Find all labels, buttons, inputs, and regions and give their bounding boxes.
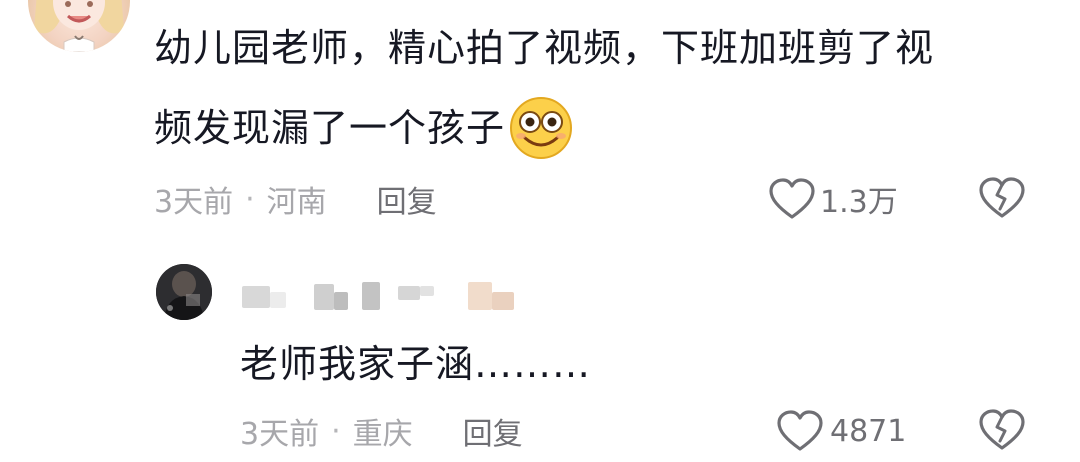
comment-dislike-button[interactable] xyxy=(978,176,1026,224)
comment-text-line2-row: 频发现漏了一个孩子 xyxy=(154,88,1054,168)
smile-emoji-icon xyxy=(510,97,573,159)
reply-like-button[interactable]: 4871 xyxy=(776,408,906,454)
replier-username-pixelated[interactable] xyxy=(240,278,530,314)
replier-avatar-photo xyxy=(156,264,212,320)
comment-like-count: 1.3万 xyxy=(820,185,898,220)
meta-separator: · xyxy=(245,181,255,217)
heart-icon xyxy=(777,410,823,451)
reply-like-count: 4871 xyxy=(830,413,907,449)
reply-location: 重庆 xyxy=(352,417,413,452)
reply-reply-button[interactable]: 回复 xyxy=(463,409,523,453)
reply-meta: 3天前 · 重庆 回复 xyxy=(240,408,523,454)
comment-text-line2: 频发现漏了一个孩子 xyxy=(154,106,506,150)
comment-time: 3天前 xyxy=(154,185,234,220)
comment-body: 幼儿园老师，精心拍了视频，下班加班剪了视 频发现漏了一个孩子 xyxy=(154,8,1054,168)
reply-dislike-button[interactable] xyxy=(978,408,1026,456)
broken-heart-icon xyxy=(979,409,1025,450)
commenter-avatar[interactable] xyxy=(28,0,130,52)
reply-text: 老师我家子涵……… xyxy=(240,342,592,386)
reply-time: 3天前 xyxy=(240,417,320,452)
heart-icon xyxy=(769,178,815,219)
comment-meta: 3天前 · 河南 回复 xyxy=(154,176,437,222)
comment-reply-button[interactable]: 回复 xyxy=(377,177,437,221)
comment-text-line1: 幼儿园老师，精心拍了视频，下班加班剪了视 xyxy=(154,26,935,70)
reply-meta-separator: · xyxy=(331,413,341,449)
avatar-illustration xyxy=(34,0,124,52)
replier-avatar[interactable] xyxy=(156,264,212,320)
comment-like-button[interactable]: 1.3万 xyxy=(768,176,898,222)
comment-location: 河南 xyxy=(266,185,327,220)
broken-heart-icon xyxy=(979,177,1025,218)
